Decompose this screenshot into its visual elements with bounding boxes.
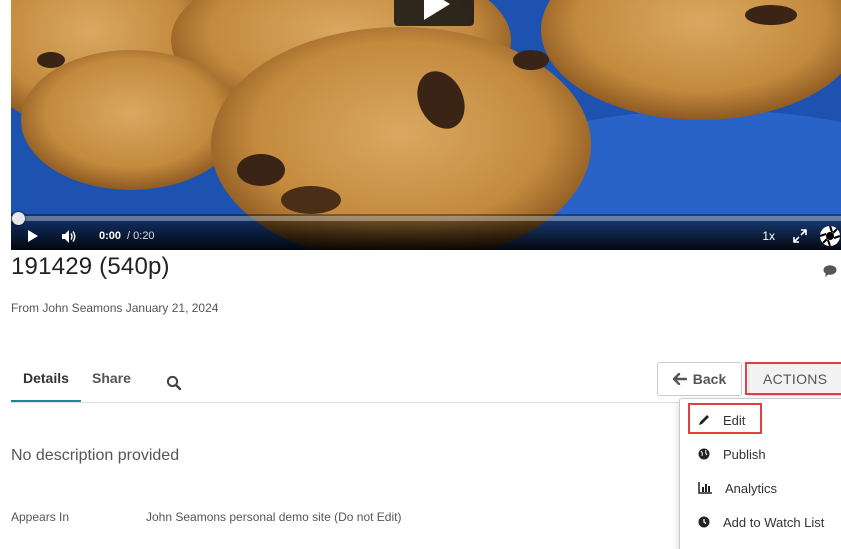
back-button-label: Back bbox=[692, 371, 727, 387]
volume-icon bbox=[62, 229, 76, 243]
player-logo[interactable] bbox=[819, 225, 841, 247]
search-icon[interactable] bbox=[166, 375, 182, 391]
appears-in-label: Appears In bbox=[11, 510, 70, 524]
pencil-icon bbox=[698, 414, 710, 426]
control-row: 0:00 / 0:20 1x bbox=[11, 224, 841, 248]
actions-menu: Edit Publish Analytics Add to Watch List bbox=[679, 398, 841, 549]
bar-chart-icon bbox=[698, 482, 712, 494]
actions-button[interactable]: ACTIONS bbox=[748, 362, 841, 396]
fullscreen-icon bbox=[793, 229, 807, 243]
menu-item-publish[interactable]: Publish bbox=[680, 439, 841, 469]
menu-item-add-to-watch-list[interactable]: Add to Watch List bbox=[680, 507, 841, 537]
volume-button[interactable] bbox=[62, 229, 77, 243]
menu-item-label: Add to Watch List bbox=[723, 514, 825, 530]
current-time: 0:00 bbox=[99, 230, 122, 242]
appears-in-value: John Seamons personal demo site (Do not … bbox=[146, 510, 402, 524]
description-text: No description provided bbox=[11, 447, 180, 464]
menu-item-label: Publish bbox=[723, 446, 766, 462]
menu-item-label: Edit bbox=[723, 412, 746, 428]
menu-item-analytics[interactable]: Analytics bbox=[680, 473, 841, 503]
media-byline: From John Seamons January 21, 2024 bbox=[11, 301, 219, 315]
video-frame[interactable] bbox=[11, 0, 841, 250]
menu-item-label: Analytics bbox=[725, 480, 778, 496]
menu-item-edit[interactable]: Edit bbox=[680, 405, 841, 435]
clock-icon bbox=[698, 516, 710, 528]
player-controls: 0:00 / 0:20 1x bbox=[11, 212, 841, 250]
playback-speed-button[interactable]: 1x bbox=[762, 229, 775, 243]
seek-bar[interactable] bbox=[11, 212, 841, 225]
actions-button-label: ACTIONS bbox=[763, 371, 828, 387]
media-title: 191429 (540p) bbox=[11, 253, 170, 280]
total-time: / 0:20 bbox=[127, 230, 155, 242]
back-button[interactable]: Back bbox=[657, 362, 742, 396]
comment-icon[interactable] bbox=[823, 264, 837, 278]
globe-icon bbox=[698, 448, 710, 460]
tab-details[interactable]: Details bbox=[23, 370, 69, 386]
big-play-button[interactable] bbox=[394, 0, 474, 26]
video-player[interactable]: 0:00 / 0:20 1x bbox=[11, 0, 841, 250]
play-icon bbox=[424, 0, 450, 20]
arrow-left-icon bbox=[672, 373, 687, 385]
fullscreen-button[interactable] bbox=[793, 229, 807, 243]
play-button[interactable] bbox=[28, 230, 38, 242]
kaltura-logo-icon bbox=[819, 225, 841, 247]
play-icon bbox=[28, 230, 38, 242]
tab-share[interactable]: Share bbox=[92, 370, 131, 386]
